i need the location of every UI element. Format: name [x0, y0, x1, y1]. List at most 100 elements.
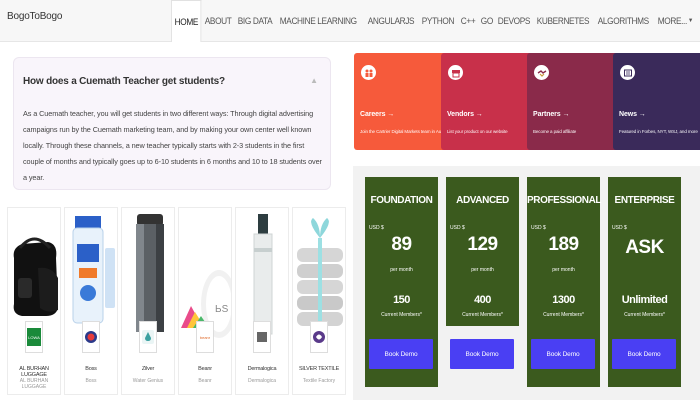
- tile-description: Featured in Forbes, NYT, WSJ, and more: [619, 129, 698, 134]
- main-nav: HOME ABOUT BIG DATA MACHINE LEARNING ANG…: [171, 0, 697, 42]
- product-card[interactable]: Dermalogica Dermalogica: [235, 207, 289, 395]
- brand-logo: LOWA: [25, 321, 43, 353]
- product-name: SILVER TEXTILE: [298, 366, 340, 372]
- product-subtitle: AL BURHAN LUGGAGE: [19, 378, 49, 390]
- plan-currency: USD $: [531, 225, 546, 231]
- book-demo-button[interactable]: Book Demo: [369, 339, 433, 369]
- nav-label: GO: [480, 16, 494, 26]
- product-strip: LOWA AL BURHAN LUGGAGE AL BURHAN LUGGAGE: [5, 207, 349, 400]
- plan-members: 150: [393, 294, 410, 306]
- plan-price: ASK: [625, 237, 664, 258]
- faq-question: How does a Cuemath Teacher get students?: [23, 76, 225, 87]
- product-image: [236, 208, 288, 338]
- tile-title: Partners →: [533, 111, 570, 118]
- product-subtitle: Beanr: [198, 378, 212, 384]
- plan-members: 1300: [552, 294, 575, 306]
- nav-item-go[interactable]: GO: [478, 0, 496, 42]
- faq-accordion-item[interactable]: How does a Cuemath Teacher get students?…: [13, 57, 331, 190]
- plan-period: per month: [390, 267, 413, 273]
- product-card[interactable]: ЬS beanr Beanr Beanr: [178, 207, 232, 395]
- plan-members-label: Current Members*: [624, 312, 665, 318]
- book-demo-button[interactable]: Book Demo: [531, 339, 595, 369]
- product-image: [65, 208, 117, 338]
- plan-members: Unlimited: [621, 294, 668, 306]
- nav-label: KUBERNETES: [536, 16, 590, 26]
- product-subtitle: Textile Factory: [302, 378, 336, 384]
- nav-label: ALGORITHMS: [597, 16, 650, 26]
- product-subtitle: Dermalogica: [247, 378, 277, 384]
- plan-period: per month: [552, 267, 575, 273]
- brand-logo: [82, 321, 100, 353]
- product-name: Boss: [85, 366, 97, 372]
- brand-logo: [139, 321, 157, 353]
- tile-news[interactable]: News → Featured in Forbes, NYT, WSJ, and…: [613, 53, 700, 150]
- brand-logo: [310, 321, 328, 353]
- product-name: AL BURHAN LUGGAGE: [19, 366, 49, 378]
- product-card[interactable]: Zilver Water Genius: [121, 207, 175, 395]
- product-subtitle: Boss: [85, 378, 97, 384]
- nav-item-angularjs[interactable]: ANGULARJS: [365, 0, 417, 42]
- plan-name: ENTERPRISE: [614, 195, 675, 206]
- nav-item-about[interactable]: ABOUT: [202, 0, 234, 42]
- plan-currency: USD $: [450, 225, 465, 231]
- tile-title: Careers →: [360, 111, 395, 118]
- nav-label: ABOUT: [205, 16, 232, 26]
- nav-item-home[interactable]: HOME: [171, 0, 202, 42]
- plan-currency: USD $: [369, 225, 384, 231]
- nav-label: BIG DATA: [238, 16, 273, 26]
- handshake-icon: [534, 65, 549, 80]
- nav-item-more[interactable]: MORE... ▼: [655, 0, 696, 42]
- product-card[interactable]: Boss Boss: [64, 207, 118, 395]
- top-navbar: BogoToBogo HOME ABOUT BIG DATA MACHINE L…: [0, 0, 700, 42]
- product-card[interactable]: SILVER TEXTILE Textile Factory: [292, 207, 346, 395]
- store-icon: [448, 65, 463, 80]
- faq-answer: As a Cuemath teacher, you will get stude…: [23, 109, 322, 182]
- product-name: Zilver: [141, 366, 155, 372]
- plan-card-enterprise: ENTERPRISE USD $ ASK Unlimited Current M…: [608, 177, 681, 327]
- product-card[interactable]: LOWA AL BURHAN LUGGAGE AL BURHAN LUGGAGE: [7, 207, 61, 395]
- nav-item-python[interactable]: PYTHON: [419, 0, 457, 42]
- book-demo-button[interactable]: Book Demo: [612, 339, 676, 369]
- plan-price: 129: [467, 234, 498, 255]
- plan-card-professional: PROFESSIONAL USD $ 189 per month 1300 Cu…: [527, 177, 602, 327]
- nav-item-machine-learning[interactable]: MACHINE LEARNING: [277, 0, 359, 42]
- nav-item-cpp[interactable]: C++: [458, 0, 478, 42]
- plan-period: per month: [471, 267, 494, 273]
- tile-title: Vendors →: [447, 111, 483, 118]
- plan-card-foundation: FOUNDATION USD $ 89 per month 150 Curren…: [365, 177, 438, 327]
- nav-item-big-data[interactable]: BIG DATA: [235, 0, 275, 42]
- nav-item-algorithms[interactable]: ALGORITHMS: [595, 0, 652, 42]
- plan-members-label: Current Members*: [462, 312, 503, 318]
- brand-logo: beanr: [196, 321, 214, 353]
- product-name: Beanr: [198, 366, 212, 372]
- site-brand[interactable]: BogoToBogo: [7, 11, 62, 22]
- svg-text:LOWA: LOWA: [28, 335, 40, 340]
- nav-item-devops[interactable]: DEVOPS: [495, 0, 533, 42]
- product-subtitle: Water Genius: [132, 378, 164, 384]
- chevron-up-icon[interactable]: ▲: [310, 76, 318, 85]
- product-image: [8, 208, 60, 338]
- nav-label: DEVOPS: [497, 16, 531, 26]
- page: BogoToBogo HOME ABOUT BIG DATA MACHINE L…: [0, 0, 700, 400]
- plan-members-label: Current Members*: [543, 312, 584, 318]
- plan-members: 400: [474, 294, 491, 306]
- svg-text:ЬS: ЬS: [215, 304, 229, 315]
- people-icon: [361, 65, 376, 80]
- nav-label: MORE...: [657, 16, 687, 26]
- nav-label: PYTHON: [421, 16, 455, 26]
- caret-down-icon: ▼: [687, 18, 693, 24]
- tile-description: List your product on our website: [447, 129, 508, 134]
- book-demo-button[interactable]: Book Demo: [450, 339, 514, 369]
- newspaper-icon: [620, 65, 635, 80]
- nav-item-kubernetes[interactable]: KUBERNETES: [534, 0, 592, 42]
- nav-label: ANGULARJS: [367, 16, 414, 26]
- product-image: [122, 208, 174, 338]
- product-name: Dermalogica: [247, 366, 277, 372]
- nav-label: HOME: [174, 16, 199, 27]
- plan-price: 89: [391, 234, 412, 255]
- tile-description: Become a paid affiliate: [533, 129, 577, 134]
- plan-name: FOUNDATION: [370, 195, 433, 206]
- product-image: [293, 208, 345, 338]
- tile-description: Join the Cartrier Digital Markets team i…: [360, 129, 448, 134]
- plan-name: PROFESSIONAL: [527, 195, 602, 206]
